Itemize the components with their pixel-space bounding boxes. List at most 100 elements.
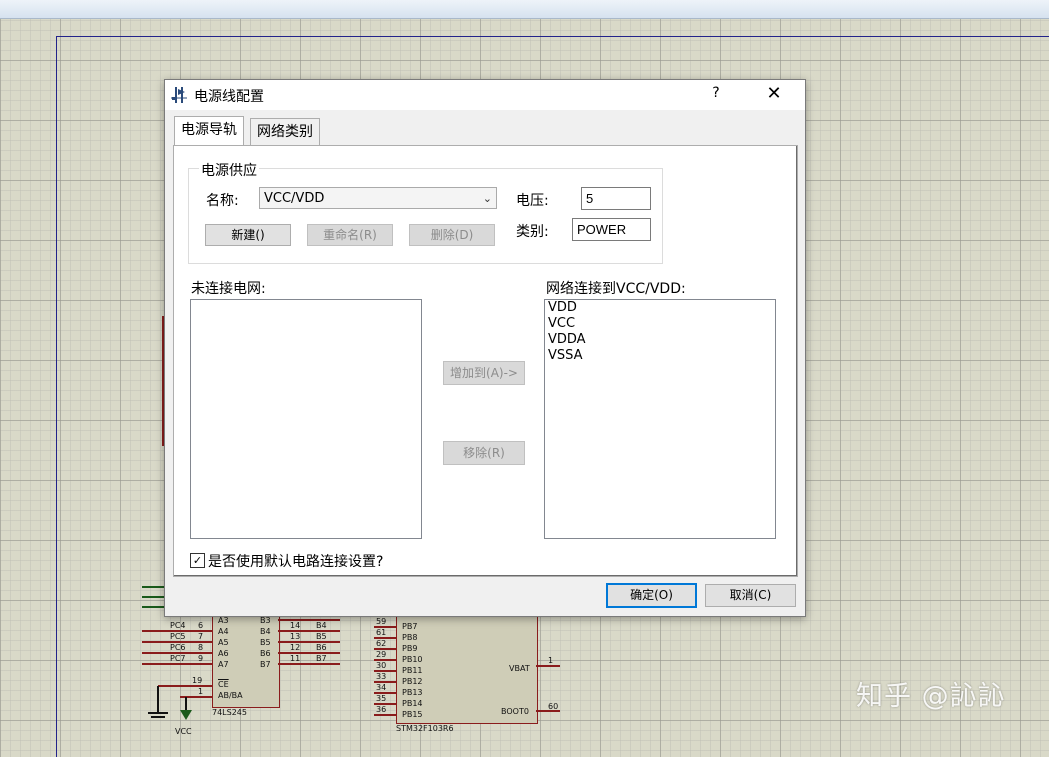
pin-wire	[278, 619, 340, 621]
pin-label: A7	[218, 660, 229, 669]
pin-wire	[374, 714, 396, 716]
pin-number: 14	[290, 621, 301, 630]
window-top-bar	[0, 0, 1049, 19]
remove-button[interactable]: 移除(R)	[443, 441, 525, 465]
pin-label: AB/BA	[218, 691, 243, 700]
close-button[interactable]: ✕	[760, 83, 788, 107]
pin-label: CE	[218, 680, 229, 689]
pin-label: A5	[218, 638, 229, 647]
vcc-wire	[185, 697, 187, 711]
power-rail-config-dialog: 电源线配置 ? ✕ 电源导轨 网络类别 电源供应 名称: VCC/VDD ⌄ 电…	[164, 79, 806, 617]
add-to-button[interactable]: 增加到(A)->	[443, 361, 525, 385]
pin-label: PB14	[402, 699, 423, 708]
voltage-input[interactable]	[581, 187, 651, 210]
pin-wire	[278, 630, 340, 632]
net-label: PC5	[170, 632, 186, 641]
pin-number: 30	[376, 661, 387, 670]
rename-button[interactable]: 重命名(R)	[307, 224, 393, 246]
unconnected-label: 未连接电网:	[191, 281, 266, 297]
pin-wire	[374, 637, 396, 639]
pin-number: 61	[376, 628, 387, 637]
list-item[interactable]: VDDA	[545, 332, 775, 348]
bus-wire	[142, 586, 166, 588]
pin-number: 34	[376, 683, 387, 692]
pin-number: 60	[548, 702, 559, 711]
tab-net-classes[interactable]: 网络类别	[250, 118, 320, 145]
ok-button[interactable]: 确定(O)	[606, 583, 697, 608]
pin-number: 8	[198, 643, 204, 652]
pin-label: B6	[260, 649, 271, 658]
pin-number: 1	[198, 687, 204, 696]
net-label: B6	[316, 643, 327, 652]
group-title: 电源供应	[199, 160, 259, 180]
pin-label: BOOT0	[501, 707, 529, 716]
net-label: PC6	[170, 643, 186, 652]
pin-label: PB7	[402, 622, 418, 631]
help-button[interactable]: ?	[705, 85, 727, 105]
bus-wire	[142, 606, 166, 608]
name-label: 名称:	[206, 193, 239, 209]
net-label: PC4	[170, 621, 186, 630]
dialog-title: 电源线配置	[194, 89, 264, 105]
pin-label: PB15	[402, 710, 423, 719]
pin-label: B3	[260, 616, 271, 625]
pin-number: 11	[290, 654, 301, 663]
vcc-arrow-icon	[180, 710, 192, 720]
list-item[interactable]: VSSA	[545, 348, 775, 364]
pin-label: A4	[218, 627, 229, 636]
watermark: 知乎 @訫訫	[856, 681, 1006, 712]
pin-wire	[142, 663, 212, 665]
new-button[interactable]: 新建()	[205, 224, 291, 246]
default-settings-label: 是否使用默认电路连接设置?	[208, 554, 384, 570]
cancel-button[interactable]: 取消(C)	[705, 584, 796, 607]
pin-number: 12	[290, 643, 301, 652]
pin-number: 13	[290, 632, 301, 641]
pin-wire	[374, 626, 396, 628]
pin-label: PB11	[402, 666, 423, 675]
ground-wire	[157, 686, 159, 712]
connected-label: 网络连接到VCC/VDD:	[546, 281, 686, 297]
pin-number: 29	[376, 650, 387, 659]
chip-name: 74LS245	[212, 708, 247, 717]
chip-name: STM32F103R6	[396, 724, 454, 733]
default-settings-checkbox[interactable]: ✓	[190, 553, 205, 568]
delete-button[interactable]: 删除(D)	[409, 224, 495, 246]
tab-power-rails[interactable]: 电源导轨	[174, 116, 244, 145]
connected-nets-list[interactable]: VDD VCC VDDA VSSA	[544, 299, 776, 539]
class-label: 类别:	[516, 224, 549, 240]
pin-wire	[180, 685, 212, 687]
voltage-label: 电压:	[516, 193, 549, 209]
pin-number: 33	[376, 672, 387, 681]
power-rail-icon	[171, 87, 187, 103]
pin-number: 9	[198, 654, 204, 663]
pin-label: PB10	[402, 655, 423, 664]
pin-label: B7	[260, 660, 271, 669]
pin-wire	[278, 652, 340, 654]
name-select[interactable]: VCC/VDD ⌄	[259, 187, 497, 209]
list-item[interactable]: VDD	[545, 300, 775, 316]
pin-number: 36	[376, 705, 387, 714]
net-label: PC7	[170, 654, 186, 663]
chevron-down-icon: ⌄	[482, 192, 492, 205]
pin-number: 62	[376, 639, 387, 648]
class-input[interactable]	[572, 218, 651, 241]
vcc-label: VCC	[175, 727, 192, 736]
pin-wire	[536, 665, 560, 667]
dialog-titlebar[interactable]: 电源线配置 ? ✕	[165, 80, 805, 110]
net-label: B4	[316, 621, 327, 630]
pin-label: PB8	[402, 633, 418, 642]
pin-label: B5	[260, 638, 271, 647]
pin-label: PB9	[402, 644, 418, 653]
pin-label: B4	[260, 627, 271, 636]
pin-wire	[278, 641, 340, 643]
net-label: B7	[316, 654, 327, 663]
pin-wire	[374, 681, 396, 683]
pin-wire	[374, 703, 396, 705]
pin-number: 1	[548, 656, 554, 665]
list-item[interactable]: VCC	[545, 316, 775, 332]
unconnected-nets-list[interactable]	[190, 299, 422, 539]
power-supply-group: 电源供应	[188, 160, 663, 264]
pin-number: 59	[376, 617, 387, 626]
pin-wire	[374, 648, 396, 650]
pin-wire	[278, 663, 340, 665]
